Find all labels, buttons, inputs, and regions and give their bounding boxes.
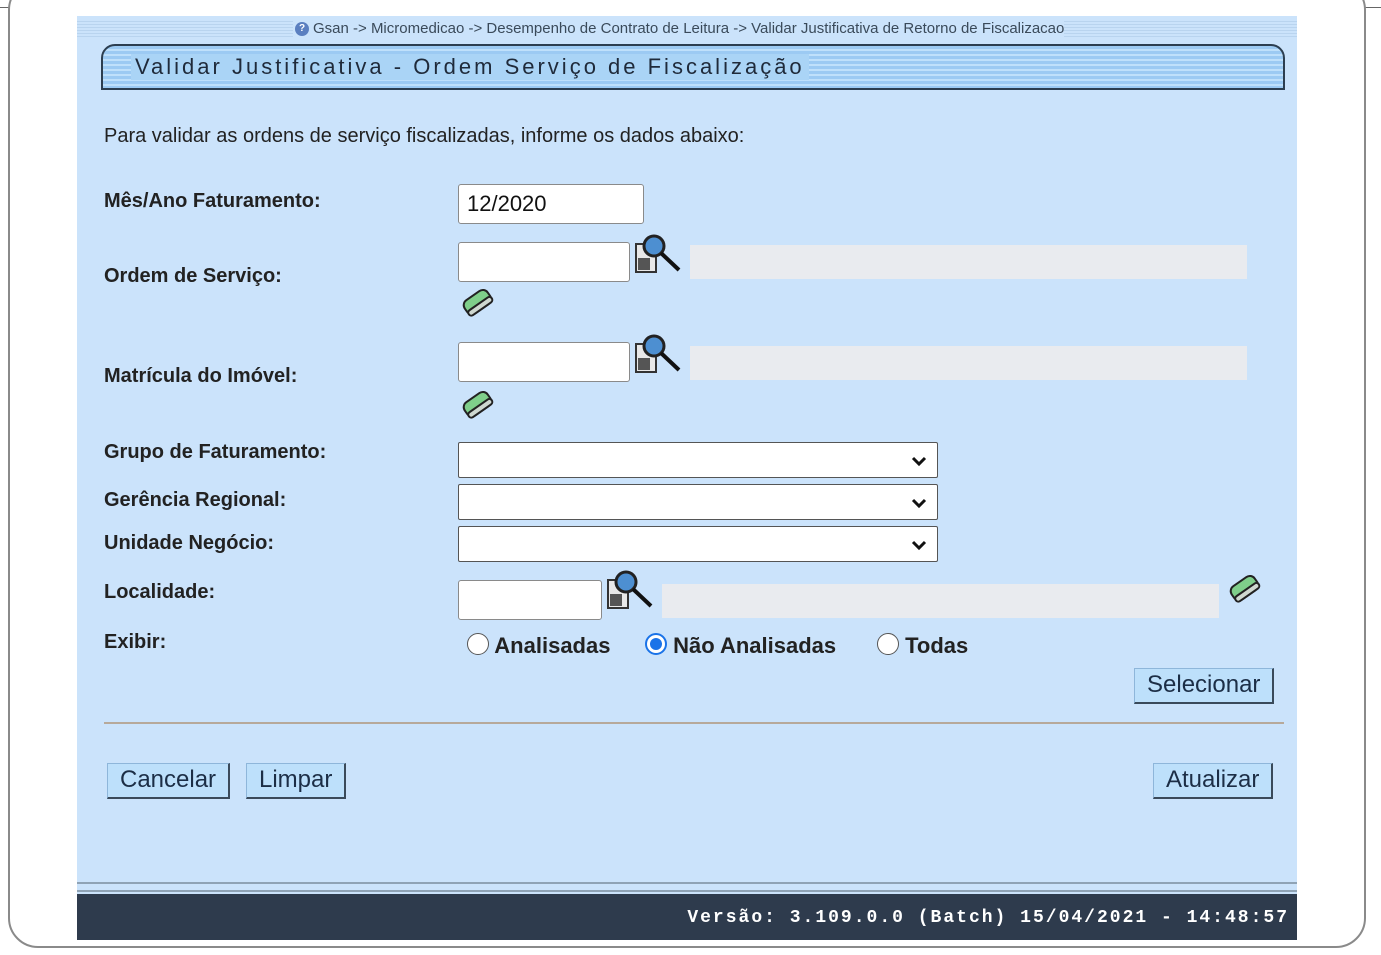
localidade-clear-icon[interactable] xyxy=(1225,572,1265,606)
selecionar-button[interactable]: Selecionar xyxy=(1134,668,1275,704)
gerencia-regional-label: Gerência Regional: xyxy=(104,489,287,511)
radio-todas-circle[interactable] xyxy=(877,633,899,655)
grupo-faturamento-label: Grupo de Faturamento: xyxy=(104,441,327,463)
breadcrumb-text[interactable]: Gsan -> Micromedicao -> Desempenho de Co… xyxy=(313,20,1064,37)
ordem-servico-label: Ordem de Serviço: xyxy=(104,265,282,287)
ordem-servico-description xyxy=(690,245,1247,279)
localidade-description xyxy=(662,584,1219,618)
radio-analisadas-label[interactable]: Analisadas xyxy=(494,633,610,658)
radio-nao-analisadas-label[interactable]: Não Analisadas xyxy=(673,633,836,658)
radio-nao-analisadas-circle[interactable] xyxy=(645,633,667,655)
unidade-negocio-select[interactable] xyxy=(458,526,938,562)
localidade-input[interactable] xyxy=(458,580,602,620)
app-panel: ? Gsan -> Micromedicao -> Desempenho de C… xyxy=(77,16,1297,940)
ordem-servico-clear-icon[interactable] xyxy=(458,286,498,320)
cancelar-button[interactable]: Cancelar xyxy=(107,763,231,799)
title-bar: Validar Justificativa - Ordem Serviço de… xyxy=(101,44,1285,90)
chevron-down-icon xyxy=(911,540,927,551)
radio-analisadas-circle[interactable] xyxy=(467,633,489,655)
radio-todas-label[interactable]: Todas xyxy=(905,633,968,658)
unidade-negocio-label: Unidade Negócio: xyxy=(104,532,275,554)
breadcrumb: ? Gsan -> Micromedicao -> Desempenho de C… xyxy=(77,19,1297,39)
divider xyxy=(104,722,1284,724)
matricula-label: Matrícula do Imóvel: xyxy=(104,365,298,387)
chevron-down-icon xyxy=(911,456,927,467)
mes-ano-label: Mês/Ano Faturamento: xyxy=(104,190,321,212)
gerencia-regional-select[interactable] xyxy=(458,484,938,520)
footer: Versão: 3.109.0.0 (Batch) 15/04/2021 - 1… xyxy=(77,894,1297,940)
ordem-servico-input[interactable] xyxy=(458,242,630,282)
limpar-button[interactable]: Limpar xyxy=(246,763,347,799)
exibir-label: Exibir: xyxy=(104,631,167,653)
footer-rule xyxy=(77,882,1297,894)
help-icon[interactable]: ? xyxy=(295,22,309,37)
matricula-clear-icon[interactable] xyxy=(458,388,498,422)
breadcrumb-text-wrap: ? Gsan -> Micromedicao -> Desempenho de C… xyxy=(293,20,1065,37)
chevron-down-icon xyxy=(911,498,927,509)
matricula-lookup-icon[interactable] xyxy=(634,330,682,376)
radio-analisadas[interactable]: Analisadas xyxy=(467,633,610,659)
grupo-faturamento-select[interactable] xyxy=(458,442,938,478)
page-title: Validar Justificativa - Ordem Serviço de… xyxy=(131,54,809,80)
ordem-servico-lookup-icon[interactable] xyxy=(634,230,682,276)
matricula-description xyxy=(690,346,1247,380)
mes-ano-input[interactable] xyxy=(458,184,644,224)
matricula-input[interactable] xyxy=(458,342,630,382)
instruction-text: Para validar as ordens de serviço fiscal… xyxy=(104,125,745,147)
version-text: Versão: 3.109.0.0 (Batch) 15/04/2021 - 1… xyxy=(687,908,1289,928)
atualizar-button[interactable]: Atualizar xyxy=(1153,763,1274,799)
radio-nao-analisadas[interactable]: Não Analisadas xyxy=(645,633,836,659)
localidade-lookup-icon[interactable] xyxy=(606,566,654,612)
radio-todas[interactable]: Todas xyxy=(877,633,968,659)
localidade-label: Localidade: xyxy=(104,581,216,603)
